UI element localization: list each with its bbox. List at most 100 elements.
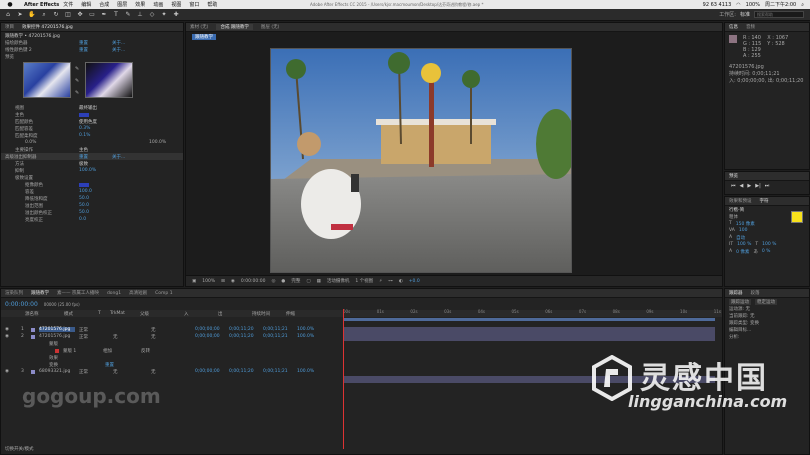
layer-in[interactable]: 0;00;00;00 [195, 334, 225, 339]
tab-info[interactable]: 信息 [729, 24, 738, 30]
fast-preview-icon[interactable]: ⚡ [379, 279, 382, 284]
column-parent[interactable]: 父级 [140, 311, 180, 317]
tab-composition[interactable]: 合成 跟随教学 [216, 24, 253, 30]
menu-file[interactable]: 文件 [59, 1, 77, 8]
selection-tool-icon[interactable]: ➤ [16, 11, 24, 19]
composition-viewer[interactable] [270, 48, 572, 273]
column-duration[interactable]: 持续时间 [252, 311, 282, 317]
column-trkmat[interactable]: TrkMat [110, 311, 136, 316]
layer-label-color[interactable] [31, 327, 35, 332]
last-frame-icon[interactable]: ⏭ [765, 183, 770, 189]
layer-label-color[interactable] [31, 369, 35, 374]
layer-stretch[interactable]: 100.0% [297, 327, 314, 332]
layer-trkmat[interactable]: 无 [113, 369, 147, 375]
column-stretch[interactable]: 伸缩 [286, 311, 295, 317]
search-icon[interactable]: ⌕ [801, 2, 804, 8]
eyedropper-plus-icon[interactable]: ✎ [75, 78, 79, 84]
layer-prop-name[interactable]: 蒙版 1 [63, 348, 99, 354]
views-select[interactable]: 1 个视图 [355, 278, 373, 284]
param-value[interactable]: 0.0 [79, 217, 86, 222]
effect-row[interactable]: 线性颜色键 2 重置 关于... [1, 46, 183, 53]
tab-timeline-3[interactable]: dong1 [107, 291, 121, 296]
exposure-icon[interactable]: ◐ [399, 279, 403, 284]
first-frame-icon[interactable]: ⏮ [731, 183, 736, 189]
mask-icon[interactable]: ◉ [231, 279, 235, 284]
brush-tool-icon[interactable]: ✎ [124, 11, 132, 19]
camera-tool-icon[interactable]: ◫ [64, 11, 72, 19]
tab-timeline-2[interactable]: 素—— 宗属工人播映 [57, 290, 99, 296]
param-value[interactable]: 50.0 [79, 203, 89, 208]
menu-view[interactable]: 视图 [167, 1, 185, 8]
column-source-name[interactable]: 源名称 [5, 311, 60, 317]
effect-row[interactable]: 容差 100.0 [1, 188, 183, 195]
layer-out[interactable]: 0;00;11;20 [229, 334, 259, 339]
clock[interactable]: 周二下午2:00 [765, 1, 796, 8]
resolution-select[interactable]: 完整 [291, 278, 300, 284]
effect-row[interactable]: 方法 极致 [1, 160, 183, 167]
always-preview-icon[interactable]: ▣ [192, 279, 196, 284]
table-row[interactable]: ◉ 2 47201576.jpg 正常 无 无 0;00;00;00 0;00;… [1, 333, 341, 340]
param-value[interactable]: 100.0 [79, 189, 92, 194]
param-value[interactable]: 50.0 [79, 196, 89, 201]
layer-mode[interactable]: 正常 [79, 334, 109, 340]
comp-breadcrumb[interactable]: 跟随教学 [192, 33, 216, 40]
layer-mode[interactable]: 正常 [79, 369, 109, 375]
zoom-tool-icon[interactable]: ⌕ [40, 11, 48, 19]
grid-icon[interactable]: ⊞ [221, 279, 225, 284]
param-value[interactable]: 50.0 [79, 210, 89, 215]
effect-row[interactable]: 抑制 100.0% [1, 167, 183, 174]
tab-effects-presets[interactable]: 效果和预设 [729, 198, 752, 204]
layer-duration[interactable]: 0;00;11;21 [263, 334, 293, 339]
effect-row[interactable]: 视图 最终输出 [1, 104, 183, 111]
layer-parent[interactable]: 无 [151, 327, 191, 333]
effect-row[interactable]: 匹配颜色 使用色度 [1, 118, 183, 125]
home-icon[interactable]: ⌂ [4, 11, 12, 19]
visibility-icon[interactable]: ◉ [5, 334, 17, 339]
key-operation-select[interactable]: 主色 [79, 147, 88, 153]
tracker-row[interactable]: 跟踪类型: 变换 [725, 319, 809, 326]
method-select[interactable]: 极致 [79, 161, 88, 167]
mask-color[interactable] [55, 348, 59, 353]
effect-row[interactable]: 匹配柔和度 0.1% [1, 132, 183, 139]
mask-invert[interactable]: 反转 [141, 348, 150, 354]
font-style-select[interactable]: 粗体 [729, 214, 738, 220]
scale-v-value[interactable]: 100 % [737, 242, 751, 247]
region-icon[interactable]: ▢ [306, 279, 310, 284]
fill-color-swatch[interactable] [791, 211, 803, 223]
layer-out[interactable]: 0;00;11;20 [229, 369, 259, 374]
reset-button[interactable]: 重置 [79, 154, 88, 160]
layer-name[interactable]: 47201576.jpg [39, 327, 75, 332]
tracker-row[interactable]: 当前跟踪: 无 [725, 312, 809, 319]
effect-row[interactable]: 描绘颜色器 重置 关于... [1, 39, 183, 46]
flowchart-icon[interactable]: ⊶ [388, 279, 393, 284]
layer-mode[interactable]: 正常 [79, 327, 109, 333]
menu-window[interactable]: 窗口 [185, 1, 203, 8]
view-select[interactable]: 最终输出 [79, 105, 97, 111]
tab-timeline-main[interactable]: 跟随教学 [31, 290, 49, 296]
tab-timeline-4[interactable]: 高清短剧 [129, 290, 147, 296]
effect-row[interactable]: 降低饱和度 50.0 [1, 195, 183, 202]
effect-row[interactable]: 亮度校正 0.0 [1, 216, 183, 223]
column-t[interactable]: T [98, 311, 106, 316]
layer-prop-name[interactable]: 效果 [49, 355, 58, 361]
layer-parent[interactable]: 无 [151, 369, 191, 375]
effect-row[interactable]: 主要操作 主色 [1, 146, 183, 153]
layer-stretch[interactable]: 100.0% [297, 334, 314, 339]
tracker-row[interactable]: 运动源: 无 [725, 305, 809, 312]
track-motion-button[interactable]: 跟踪运动 [729, 298, 751, 305]
tab-preview[interactable]: 预览 [729, 173, 738, 179]
layer-duration[interactable]: 0;00;11;21 [263, 327, 293, 332]
snapshot-icon[interactable]: ◎ [271, 279, 275, 284]
visibility-icon[interactable]: ◉ [5, 369, 17, 374]
tab-footage[interactable]: 素材 (无) [190, 24, 208, 30]
tab-paragraph[interactable]: 段落 [751, 290, 760, 296]
tab-tracker[interactable]: 跟踪器 [729, 290, 743, 296]
effect-row[interactable]: 匹配容差 0.3% [1, 125, 183, 132]
font-size-value[interactable]: 150 像素 [736, 221, 755, 227]
reset-button[interactable]: 重置 [79, 47, 88, 53]
about-link[interactable]: 关于... [112, 47, 125, 53]
tab-project[interactable]: 项目 [5, 24, 14, 30]
stabilize-motion-button[interactable]: 稳定运动 [755, 298, 777, 305]
menu-composition[interactable]: 合成 [95, 1, 113, 8]
tab-character[interactable]: 字符 [760, 198, 769, 204]
